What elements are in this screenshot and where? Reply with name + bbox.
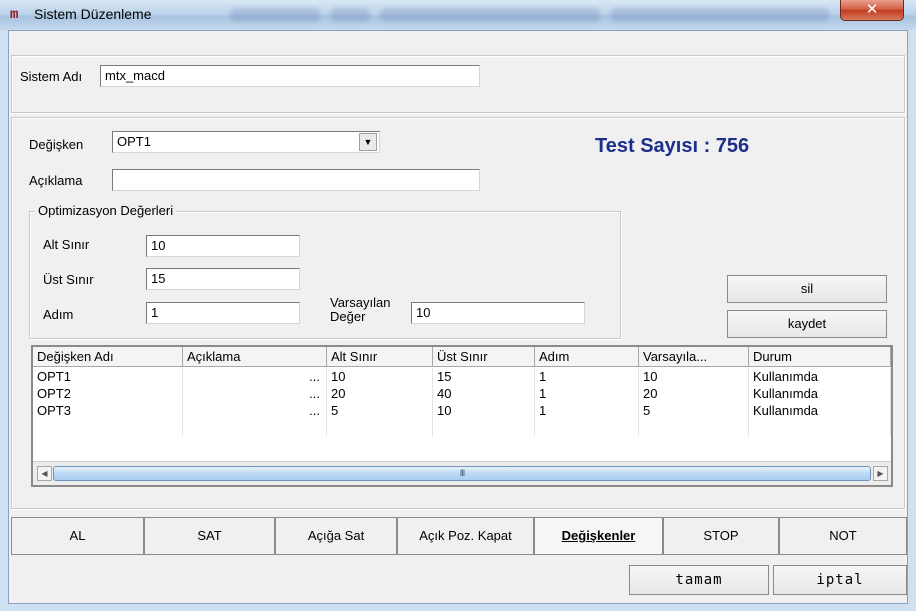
table-cell[interactable]: OPT2 bbox=[33, 385, 183, 402]
table-cell[interactable]: 5 bbox=[639, 402, 749, 419]
variable-select[interactable]: OPT1 bbox=[112, 131, 380, 153]
column-header[interactable]: Adım bbox=[535, 347, 639, 367]
table-cell[interactable]: ... bbox=[183, 368, 327, 385]
table-cell[interactable]: ... bbox=[183, 385, 327, 402]
tab-strip: AL SAT Açığa Sat Açık Poz. Kapat Değişkenler… bbox=[11, 517, 907, 557]
default-value-label-line2: Değer bbox=[330, 309, 366, 324]
step-label-text: Adım bbox=[43, 307, 74, 322]
empty-cell[interactable] bbox=[433, 419, 535, 436]
table-cell[interactable]: Kullanımda bbox=[749, 368, 891, 385]
chevron-down-icon[interactable]: ▼ bbox=[359, 133, 377, 151]
system-name-label: Sistem Adı bbox=[20, 69, 83, 84]
column-header[interactable]: Durum bbox=[749, 347, 891, 367]
column-header[interactable]: Varsayıla... bbox=[639, 347, 749, 367]
tab-1[interactable]: AL bbox=[11, 517, 144, 555]
title-bar[interactable]: m Sistem Düzenleme ✕ bbox=[0, 0, 916, 30]
variable-select-value: OPT1 bbox=[117, 134, 151, 149]
close-button[interactable]: ✕ bbox=[840, 0, 904, 21]
tab-6[interactable]: STOP bbox=[663, 517, 779, 555]
table-cell[interactable]: 15 bbox=[433, 368, 535, 385]
column-header[interactable]: Üst Sınır bbox=[433, 347, 535, 367]
column-header[interactable]: Açıklama bbox=[183, 347, 327, 367]
table-cell[interactable]: OPT1 bbox=[33, 368, 183, 385]
delete-button[interactable]: sil bbox=[727, 275, 887, 303]
table-cell[interactable]: ... bbox=[183, 402, 327, 419]
table-cell[interactable]: 20 bbox=[327, 385, 433, 402]
upper-limit-input[interactable]: 15 bbox=[146, 268, 300, 290]
app-icon: m bbox=[10, 7, 18, 23]
window-title: Sistem Düzenleme bbox=[34, 6, 152, 22]
optimization-group-title: Optimizasyon Değerleri bbox=[35, 203, 177, 218]
default-value-label: Varsayılan Değer bbox=[330, 296, 390, 324]
table-cell[interactable]: 10 bbox=[433, 402, 535, 419]
description-label: Açıklama bbox=[29, 173, 83, 188]
column-header[interactable]: Alt Sınır bbox=[327, 347, 433, 367]
table-cell[interactable]: OPT3 bbox=[33, 402, 183, 419]
tab-4[interactable]: Açık Poz. Kapat bbox=[397, 517, 534, 555]
table-cell[interactable]: 1 bbox=[535, 368, 639, 385]
default-value-label-line1: Varsayılan bbox=[330, 295, 391, 310]
upper-limit-label: Üst Sınır bbox=[43, 272, 94, 287]
table-cell[interactable]: 1 bbox=[535, 402, 639, 419]
save-button[interactable]: kaydet bbox=[727, 310, 887, 338]
empty-cell[interactable] bbox=[183, 419, 327, 436]
variables-table: Değişken Adı Açıklama Alt Sınır Üst Sınır Ad… bbox=[31, 345, 893, 487]
tab-7[interactable]: NOT bbox=[779, 517, 907, 555]
title-bar-blur bbox=[230, 8, 320, 22]
table-content: Değişken Adı Açıklama Alt Sınır Üst Sınır Ad… bbox=[33, 347, 891, 459]
table-cell[interactable]: Kullanımda bbox=[749, 402, 891, 419]
horizontal-scrollbar[interactable]: ◀ III ▶ bbox=[33, 461, 891, 485]
table-cell[interactable]: 5 bbox=[327, 402, 433, 419]
scroll-right-icon[interactable]: ▶ bbox=[873, 466, 888, 481]
empty-cell[interactable] bbox=[639, 419, 749, 436]
scroll-thumb[interactable]: III bbox=[53, 466, 871, 481]
system-name-input[interactable]: mtx_macd bbox=[100, 65, 480, 87]
lower-limit-input[interactable]: 10 bbox=[146, 235, 300, 257]
step-input[interactable]: 1 bbox=[146, 302, 300, 324]
table-cell[interactable]: 40 bbox=[433, 385, 535, 402]
title-bar-blur bbox=[330, 8, 370, 22]
default-value-input[interactable]: 10 bbox=[411, 302, 585, 324]
description-input[interactable] bbox=[112, 169, 480, 191]
column-header[interactable]: Değişken Adı bbox=[33, 347, 183, 367]
table-cell[interactable]: 20 bbox=[639, 385, 749, 402]
table-cell[interactable]: 10 bbox=[327, 368, 433, 385]
lower-limit-label: Alt Sınır bbox=[43, 237, 90, 252]
scroll-left-icon[interactable]: ◀ bbox=[37, 466, 52, 481]
tab-5[interactable]: Değişkenler bbox=[534, 517, 663, 555]
ok-button[interactable]: tamam bbox=[629, 565, 769, 595]
empty-cell[interactable] bbox=[535, 419, 639, 436]
variable-label: Değişken bbox=[29, 137, 84, 152]
table-cell[interactable]: 10 bbox=[639, 368, 749, 385]
title-bar-blur bbox=[610, 8, 830, 22]
test-count: Test Sayısı : 756 bbox=[595, 135, 750, 157]
dialog-body: Sistem Adı mtx_macd Değişken OPT1 ▼ Test… bbox=[8, 30, 908, 604]
table-cell[interactable]: Kullanımda bbox=[749, 385, 891, 402]
empty-cell[interactable] bbox=[749, 419, 891, 436]
title-bar-blur bbox=[380, 8, 600, 22]
table-cell[interactable]: 1 bbox=[535, 385, 639, 402]
tab-2[interactable]: SAT bbox=[144, 517, 275, 555]
cancel-button[interactable]: iptal bbox=[773, 565, 907, 595]
empty-cell[interactable] bbox=[327, 419, 433, 436]
tab-3[interactable]: Açığa Sat bbox=[275, 517, 397, 555]
empty-cell[interactable] bbox=[33, 419, 183, 436]
